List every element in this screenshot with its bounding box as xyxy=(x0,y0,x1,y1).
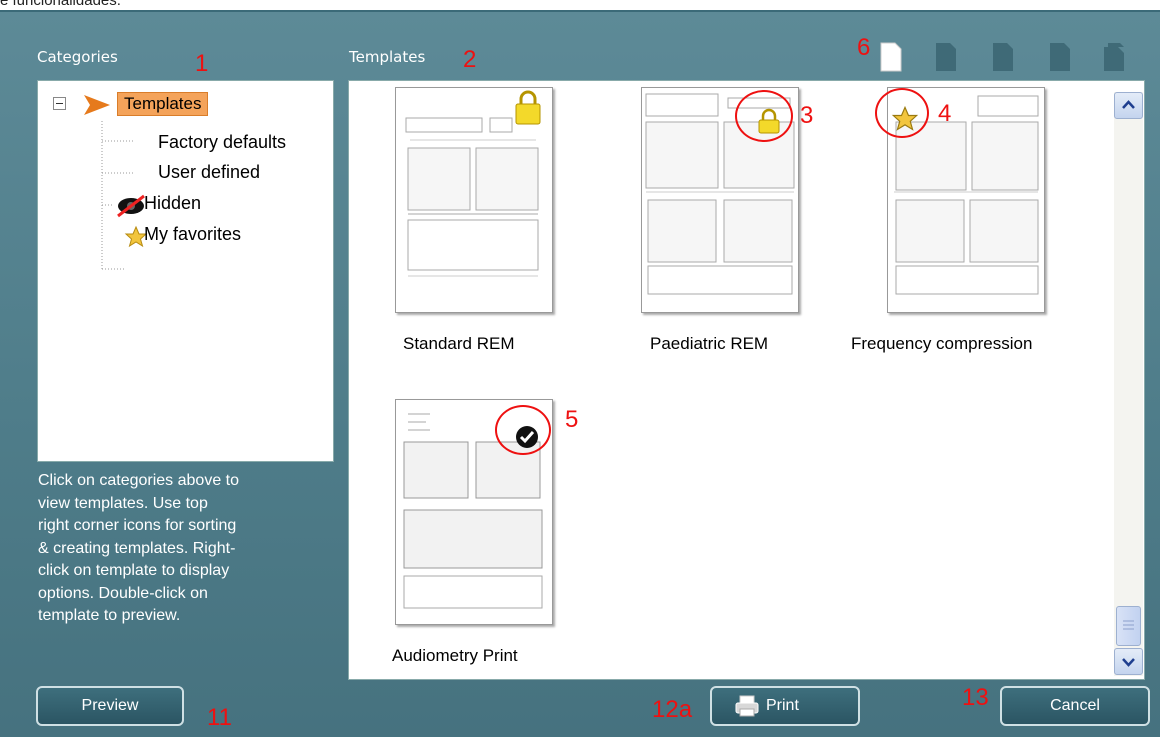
sort-icon-1[interactable] xyxy=(935,42,957,72)
tree-root-label[interactable]: Templates xyxy=(117,92,209,116)
help-line: Click on categories above to xyxy=(38,472,239,489)
scroll-down-button[interactable] xyxy=(1114,648,1143,675)
callout-11: 11 xyxy=(207,704,232,731)
callout-3: 3 xyxy=(800,102,814,129)
collapse-toggle[interactable] xyxy=(53,97,66,110)
callout-13: 13 xyxy=(962,684,989,711)
cancel-button[interactable]: Cancel xyxy=(1000,686,1150,726)
callout-6: 6 xyxy=(857,34,871,61)
sort-icon-4[interactable] xyxy=(1103,42,1125,72)
print-button[interactable]: Print xyxy=(710,686,860,726)
new-template-icon[interactable] xyxy=(880,42,902,72)
grip-icon xyxy=(1123,620,1134,630)
preview-button[interactable]: Preview xyxy=(36,686,184,726)
callout-circle-3 xyxy=(735,90,793,142)
callout-12a: 12a xyxy=(652,696,693,723)
help-line: view templates. Use top xyxy=(38,494,208,512)
sort-icon-2[interactable] xyxy=(992,42,1014,72)
chevron-up-icon xyxy=(1122,100,1135,109)
callout-4: 4 xyxy=(938,100,952,127)
callout-circle-5 xyxy=(495,405,551,455)
cropped-caption-text: e funcionalidades. xyxy=(0,0,121,9)
templates-scrollbar[interactable] xyxy=(1114,92,1143,676)
tree-item-hidden[interactable]: Hidden xyxy=(144,193,201,214)
lock-icon xyxy=(515,90,541,125)
templates-header: Templates xyxy=(349,48,426,66)
help-line: & creating templates. Right- xyxy=(38,539,236,557)
help-text: Click on categories above to view templa… xyxy=(38,470,328,628)
preview-button-label: Preview xyxy=(81,697,139,714)
categories-tree: Templates Factory defaults User defined … xyxy=(37,80,334,462)
tree-item-user-defined[interactable]: User defined xyxy=(158,162,260,183)
help-line: right corner icons for sorting xyxy=(38,517,237,534)
scroll-thumb[interactable] xyxy=(1116,606,1141,646)
scroll-up-button[interactable] xyxy=(1114,92,1143,119)
template-selection-dialog: Categories 1 Templates 2 6 Templates Fac… xyxy=(0,10,1160,740)
printer-icon xyxy=(735,695,759,717)
template-label: Audiometry Print xyxy=(392,646,518,665)
cropped-caption: e funcionalidades. xyxy=(0,0,1160,10)
tree-item-factory-defaults[interactable]: Factory defaults xyxy=(158,132,286,153)
templates-folder-icon xyxy=(84,95,110,115)
callout-1: 1 xyxy=(195,50,209,77)
help-line: options. Double-click on xyxy=(38,584,208,602)
callout-5: 5 xyxy=(565,406,579,433)
help-line: template to preview. xyxy=(38,607,181,624)
template-label: Paediatric REM xyxy=(650,334,769,353)
template-label: Standard REM xyxy=(403,334,515,353)
chevron-down-icon xyxy=(1122,658,1135,667)
print-button-label: Print xyxy=(766,697,799,714)
help-line: click on template to display xyxy=(38,562,230,579)
template-label: Frequency compression xyxy=(851,334,1033,353)
cancel-button-label: Cancel xyxy=(1050,697,1100,714)
sort-icon-3[interactable] xyxy=(1049,42,1071,72)
tree-item-my-favorites[interactable]: My favorites xyxy=(144,224,241,245)
callout-2: 2 xyxy=(463,46,477,73)
categories-header: Categories xyxy=(37,48,118,66)
callout-circle-4 xyxy=(875,88,929,138)
